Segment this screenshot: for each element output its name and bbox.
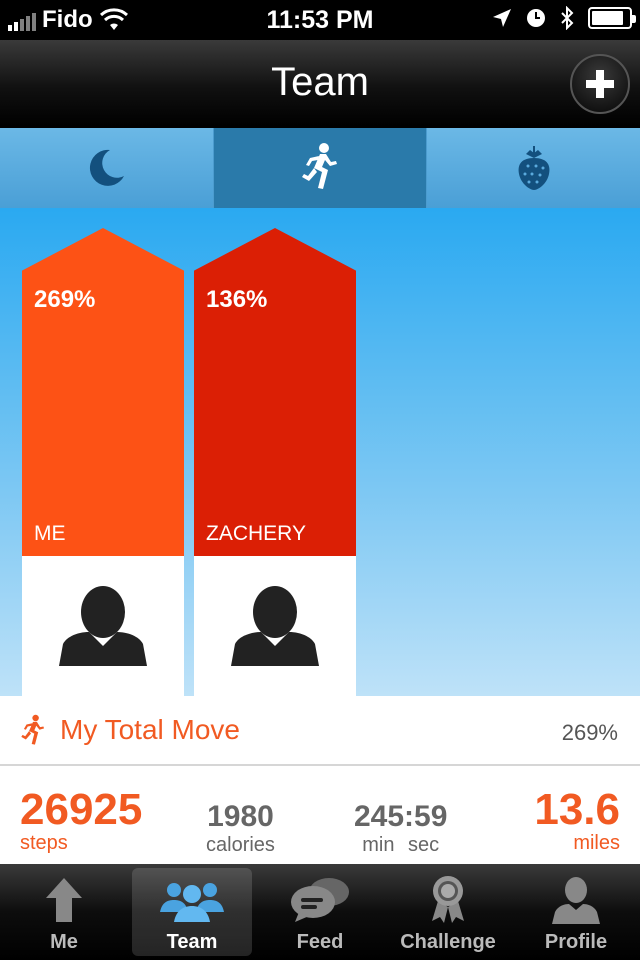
- duration-unit: min sec: [362, 834, 440, 856]
- battery-icon: [588, 7, 636, 29]
- running-icon: [21, 714, 45, 745]
- total-move-percent: 269%: [561, 720, 618, 745]
- tab-feed[interactable]: Feed: [256, 864, 384, 960]
- team-icon: [160, 883, 224, 922]
- segment-sleep[interactable]: [0, 128, 214, 208]
- up-arrow-icon: [46, 878, 82, 922]
- strawberry-icon: [518, 146, 550, 190]
- selection-pointer: [86, 676, 130, 698]
- calories-unit: calories: [206, 834, 275, 856]
- tab-label: Me: [50, 931, 78, 953]
- member-percent: 269%: [34, 286, 96, 313]
- tab-label: Feed: [296, 931, 344, 953]
- total-move-header: My Total Move 269%: [0, 696, 640, 766]
- add-button[interactable]: [570, 54, 630, 114]
- tab-me[interactable]: Me: [0, 864, 128, 960]
- distance-value: 13.6: [534, 785, 620, 834]
- tab-label: Profile: [544, 931, 608, 953]
- tab-team[interactable]: Team: [128, 864, 256, 960]
- running-icon: [302, 143, 337, 189]
- person-silhouette-icon: [231, 586, 319, 666]
- progress-bar: 136% ZACHERY: [194, 228, 356, 556]
- navigation-bar: Team: [0, 40, 640, 128]
- member-percent: 136%: [206, 286, 268, 313]
- team-chart: 269% ME 136% ZACHERY: [0, 208, 640, 728]
- tab-profile[interactable]: Profile: [512, 864, 640, 960]
- moon-icon: [90, 149, 125, 186]
- avatar: [194, 556, 356, 716]
- segment-move[interactable]: [213, 128, 428, 208]
- steps-stat: 26925 steps: [20, 788, 142, 855]
- steps-value: 26925: [20, 785, 143, 834]
- tab-bar: Me Team Feed Challenge Profile: [0, 864, 640, 960]
- award-ribbon-icon: [432, 876, 464, 923]
- duration-value: 245:59: [354, 800, 448, 833]
- calories-stat: 1980 calories: [206, 800, 275, 857]
- person-icon: [552, 877, 600, 924]
- status-bar: Fido 11:53 PM: [0, 0, 640, 40]
- bluetooth-icon: [561, 6, 574, 30]
- steps-unit: steps: [20, 832, 68, 854]
- location-arrow-icon: [493, 9, 511, 27]
- member-name: ME: [34, 522, 66, 545]
- person-silhouette-icon: [59, 586, 147, 666]
- tab-challenge[interactable]: Challenge: [384, 864, 512, 960]
- distance-stat: 13.6 miles: [534, 788, 620, 855]
- distance-unit: miles: [573, 832, 620, 854]
- duration-stat: 245:59 min sec: [354, 800, 447, 857]
- tab-label: Challenge: [400, 931, 496, 953]
- member-name: ZACHERY: [206, 522, 306, 545]
- activity-segments: [0, 128, 640, 208]
- chat-bubbles-icon: [291, 878, 349, 922]
- calories-value: 1980: [207, 800, 274, 833]
- alarm-clock-icon: [527, 9, 545, 27]
- plus-icon: [586, 70, 614, 98]
- total-move-panel: My Total Move 269% 26925 steps 1980 calo…: [0, 676, 640, 864]
- progress-bar: 269% ME: [22, 228, 184, 556]
- move-stats: 26925 steps 1980 calories 245:59 min sec…: [0, 768, 640, 864]
- page-title: Team: [271, 60, 369, 104]
- total-move-title: My Total Move: [60, 714, 240, 745]
- segment-eat[interactable]: [427, 128, 640, 208]
